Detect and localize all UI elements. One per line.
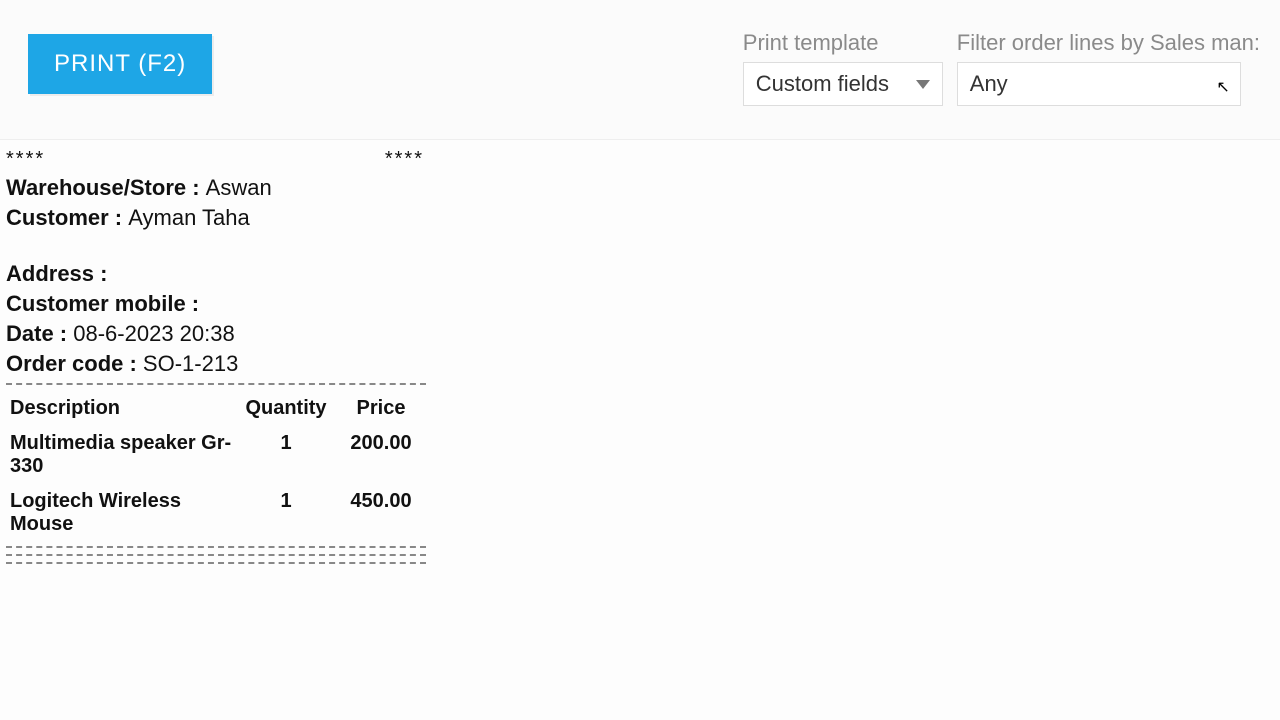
col-price: Price	[336, 391, 426, 426]
print-template-label: Print template	[743, 30, 943, 56]
warehouse-label: Warehouse/Store :	[6, 175, 206, 200]
col-quantity: Quantity	[236, 391, 336, 426]
stars-left: ****	[6, 148, 45, 171]
dashed-divider	[6, 562, 426, 564]
order-label: Order code :	[6, 351, 143, 376]
mobile-label: Customer mobile :	[6, 291, 199, 316]
print-template-value: Custom fields	[756, 71, 889, 97]
mobile-line: Customer mobile :	[6, 291, 426, 317]
item-price: 450.00	[336, 484, 426, 542]
toolbar: PRINT (F2) Print template Custom fields …	[0, 0, 1280, 140]
date-value: 08-6-2023 20:38	[73, 321, 234, 346]
col-description: Description	[6, 391, 236, 426]
print-button[interactable]: PRINT (F2)	[28, 34, 212, 94]
dashed-divider	[6, 383, 426, 385]
item-description: Logitech Wireless Mouse	[6, 484, 236, 542]
warehouse-value: Aswan	[206, 175, 272, 200]
items-table: Description Quantity Price Multimedia sp…	[6, 391, 426, 542]
item-price: 200.00	[336, 426, 426, 484]
salesman-filter-label: Filter order lines by Sales man:	[957, 30, 1260, 56]
customer-value: Ayman Taha	[128, 205, 250, 230]
stars-right: ****	[385, 148, 426, 171]
stars-row: **** ****	[6, 148, 426, 171]
item-description: Multimedia speaker Gr-330	[6, 426, 236, 484]
date-label: Date :	[6, 321, 73, 346]
customer-line: Customer : Ayman Taha	[6, 205, 426, 231]
item-quantity: 1	[236, 484, 336, 542]
print-template-select[interactable]: Custom fields	[743, 62, 943, 106]
toolbar-right: Print template Custom fields Filter orde…	[743, 30, 1260, 106]
date-line: Date : 08-6-2023 20:38	[6, 321, 426, 347]
salesman-filter-field: Filter order lines by Sales man: Any ↖	[957, 30, 1260, 106]
salesman-filter-value: Any	[970, 71, 1008, 97]
dashed-divider	[6, 546, 426, 548]
table-header-row: Description Quantity Price	[6, 391, 426, 426]
table-row: Multimedia speaker Gr-330 1 200.00	[6, 426, 426, 484]
print-template-field: Print template Custom fields	[743, 30, 943, 106]
salesman-filter-select[interactable]: Any ↖	[957, 62, 1241, 106]
address-label: Address :	[6, 261, 107, 286]
cursor-icon: ↖	[1216, 77, 1229, 97]
dashed-divider	[6, 554, 426, 556]
chevron-down-icon	[916, 80, 930, 89]
customer-label: Customer :	[6, 205, 128, 230]
table-row: Logitech Wireless Mouse 1 450.00	[6, 484, 426, 542]
item-quantity: 1	[236, 426, 336, 484]
order-value: SO-1-213	[143, 351, 238, 376]
order-line: Order code : SO-1-213	[6, 351, 426, 377]
receipt-preview: **** **** Warehouse/Store : Aswan Custom…	[0, 140, 432, 564]
address-line: Address :	[6, 261, 426, 287]
warehouse-line: Warehouse/Store : Aswan	[6, 175, 426, 201]
